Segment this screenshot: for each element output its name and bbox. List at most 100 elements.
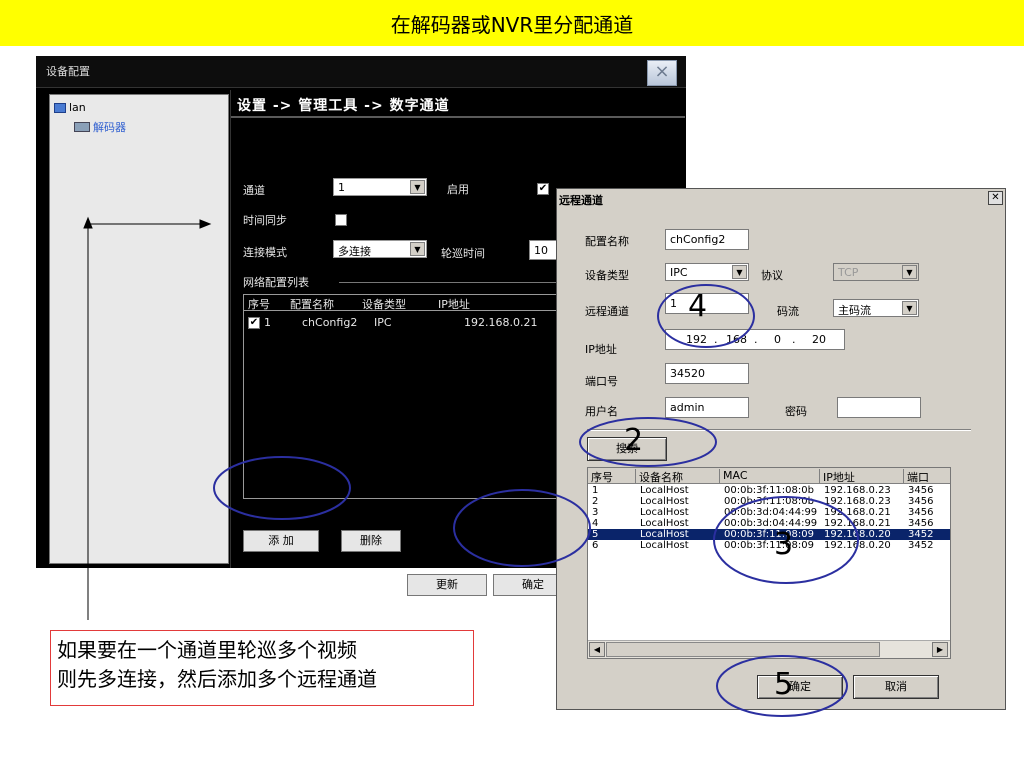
list-cell-mac: 00:0b:3d:04:44:99 (724, 518, 818, 529)
step-number-5: 5 (774, 667, 794, 702)
list-cell-index: 6 (592, 540, 599, 551)
ip-octet-1: 192 (686, 333, 707, 346)
connect-mode-value: 多连接 (338, 245, 371, 258)
col-device-name[interactable]: 设备名称 (636, 469, 720, 484)
list-item[interactable]: 3 LocalHost 00:0b:3d:04:44:99 192.168.0.21 3… (588, 507, 950, 518)
port-input[interactable]: 34520 (665, 363, 749, 384)
add-button[interactable]: 添 加 (243, 530, 319, 552)
remote-dialog-title: 远程通道 (559, 194, 603, 207)
list-cell-name: LocalHost (640, 540, 689, 551)
device-list[interactable]: 序号 设备名称 MAC IP地址 端口 1 LocalHost 00:0b:3f:1… (587, 467, 951, 659)
col-type[interactable]: 设备类型 (362, 296, 406, 312)
list-item[interactable]: 1 LocalHost 00:0b:3f:11:08:0b 192.168.0.23 3… (588, 485, 950, 496)
scroll-left-icon[interactable]: ◀ (589, 642, 605, 657)
list-cell-port: 3456 (908, 496, 934, 507)
delete-button[interactable]: 删除 (341, 530, 401, 552)
channel-label: 通道 (243, 184, 265, 197)
tree-node-lan[interactable]: lan (54, 101, 86, 114)
stream-label: 码流 (777, 305, 799, 318)
username-value: admin (670, 401, 705, 414)
col-index[interactable]: 序号 (588, 469, 636, 484)
device-type-label: 设备类型 (585, 269, 629, 282)
chevron-down-icon[interactable]: ▼ (410, 180, 425, 194)
row-index: 1 (264, 316, 271, 329)
channel-select[interactable]: 1 ▼ (333, 178, 427, 196)
protocol-select[interactable]: TCP ▼ (833, 263, 919, 281)
device-config-title: 设备配置 (46, 65, 90, 78)
chevron-down-icon[interactable]: ▼ (732, 265, 747, 279)
col-port[interactable]: 端口 (904, 469, 950, 484)
stream-select[interactable]: 主码流 ▼ (833, 299, 919, 317)
list-cell-index: 1 (592, 485, 599, 496)
separator (587, 429, 971, 431)
password-label: 密码 (785, 405, 807, 418)
protocol-label: 协议 (761, 269, 783, 282)
ip-octet-2: 168 (726, 333, 747, 346)
ip-address-input[interactable]: 192 . 168 . 0 . 20 (665, 329, 845, 350)
note-line-1: 如果要在一个通道里轮巡多个视频 (57, 638, 357, 662)
config-name-input[interactable]: chConfig2 (665, 229, 749, 250)
chevron-down-icon[interactable]: ▼ (902, 265, 917, 279)
connect-mode-select[interactable]: 多连接 ▼ (333, 240, 427, 258)
list-cell-index: 4 (592, 518, 599, 529)
network-icon (54, 102, 66, 113)
remote-dialog-titlebar[interactable]: 远程通道 ✕ (557, 189, 1005, 209)
list-cell-ip: 192.168.0.21 (824, 507, 891, 518)
list-cell-mac: 00:0b:3f:11:08:0b (724, 485, 814, 496)
chevron-down-icon[interactable]: ▼ (902, 301, 917, 315)
net-list-title: 网络配置列表 (243, 276, 309, 289)
update-button[interactable]: 更新 (407, 574, 487, 596)
col-mac[interactable]: MAC (720, 469, 820, 484)
scroll-right-icon[interactable]: ▶ (932, 642, 948, 657)
protocol-value: TCP (838, 266, 859, 279)
list-item[interactable]: 2 LocalHost 00:0b:3f:11:08:0b 192.168.0.23 3… (588, 496, 950, 507)
close-icon[interactable]: ✕ (988, 191, 1003, 205)
username-input[interactable]: admin (665, 397, 749, 418)
device-type-value: IPC (670, 266, 688, 279)
row-checkbox[interactable]: ✔ (248, 317, 260, 329)
horizontal-scrollbar[interactable]: ◀ ▶ (588, 640, 950, 658)
col-ip[interactable]: IP地址 (820, 469, 904, 484)
chevron-down-icon[interactable]: ▼ (410, 242, 425, 256)
banner-title: 在解码器或NVR里分配通道 (0, 0, 1024, 46)
username-label: 用户名 (585, 405, 618, 418)
list-cell-port: 3456 (908, 518, 934, 529)
time-sync-checkbox[interactable] (335, 214, 347, 226)
dialog-cancel-button[interactable]: 取消 (853, 675, 939, 699)
list-cell-ip: 192.168.0.21 (824, 518, 891, 529)
list-item[interactable]: 4 LocalHost 00:0b:3d:04:44:99 192.168.0.21 3… (588, 518, 950, 529)
dialog-ok-button[interactable]: 确定 (757, 675, 843, 699)
port-label: 端口号 (585, 375, 618, 388)
connect-mode-label: 连接模式 (243, 246, 287, 259)
device-list-header: 序号 设备名称 MAC IP地址 端口 (588, 468, 950, 484)
remote-channel-label: 远程通道 (585, 305, 629, 318)
group-line (339, 282, 569, 283)
ip-octet-4: 20 (812, 333, 826, 346)
tree-node-decoder[interactable]: 解码器 (74, 119, 126, 135)
tree-node-lan-label: lan (69, 101, 86, 114)
device-config-titlebar[interactable]: 设备配置 × (36, 56, 686, 88)
list-item[interactable]: 6 LocalHost 00:0b:3f:11:08:09 192.168.0.20 3… (588, 540, 950, 551)
col-ip[interactable]: IP地址 (438, 296, 470, 312)
col-index[interactable]: 序号 (248, 296, 270, 312)
list-cell-name: LocalHost (640, 496, 689, 507)
password-input[interactable] (837, 397, 921, 418)
scroll-thumb[interactable] (606, 642, 880, 657)
list-cell-ip: 192.168.0.20 (824, 529, 891, 540)
enable-checkbox[interactable]: ✔ (537, 183, 549, 195)
close-icon[interactable]: × (647, 60, 677, 86)
list-cell-port: 3456 (908, 507, 934, 518)
channel-select-value: 1 (338, 181, 345, 194)
net-config-table[interactable]: 序号 配置名称 设备类型 IP地址 ✔ 1 chConfig2 IPC 192.… (243, 294, 561, 499)
list-cell-mac: 00:0b:3f:11:08:09 (724, 540, 814, 551)
ip-octet-3: 0 (774, 333, 781, 346)
col-name[interactable]: 配置名称 (290, 296, 334, 312)
list-item[interactable]: 5 LocalHost 00:0b:3f:11:08:09 192.168.0.20 3… (588, 529, 950, 540)
port-value: 34520 (670, 367, 705, 380)
time-sync-label: 时间同步 (243, 214, 287, 227)
list-cell-ip: 192.168.0.23 (824, 496, 891, 507)
list-cell-mac: 00:0b:3d:04:44:99 (724, 507, 818, 518)
device-type-select[interactable]: IPC ▼ (665, 263, 749, 281)
list-cell-port: 3452 (908, 529, 934, 540)
slide: 在解码器或NVR里分配通道 设备配置 × lan 解码器 设置 -> 管理工具 … (0, 0, 1024, 768)
